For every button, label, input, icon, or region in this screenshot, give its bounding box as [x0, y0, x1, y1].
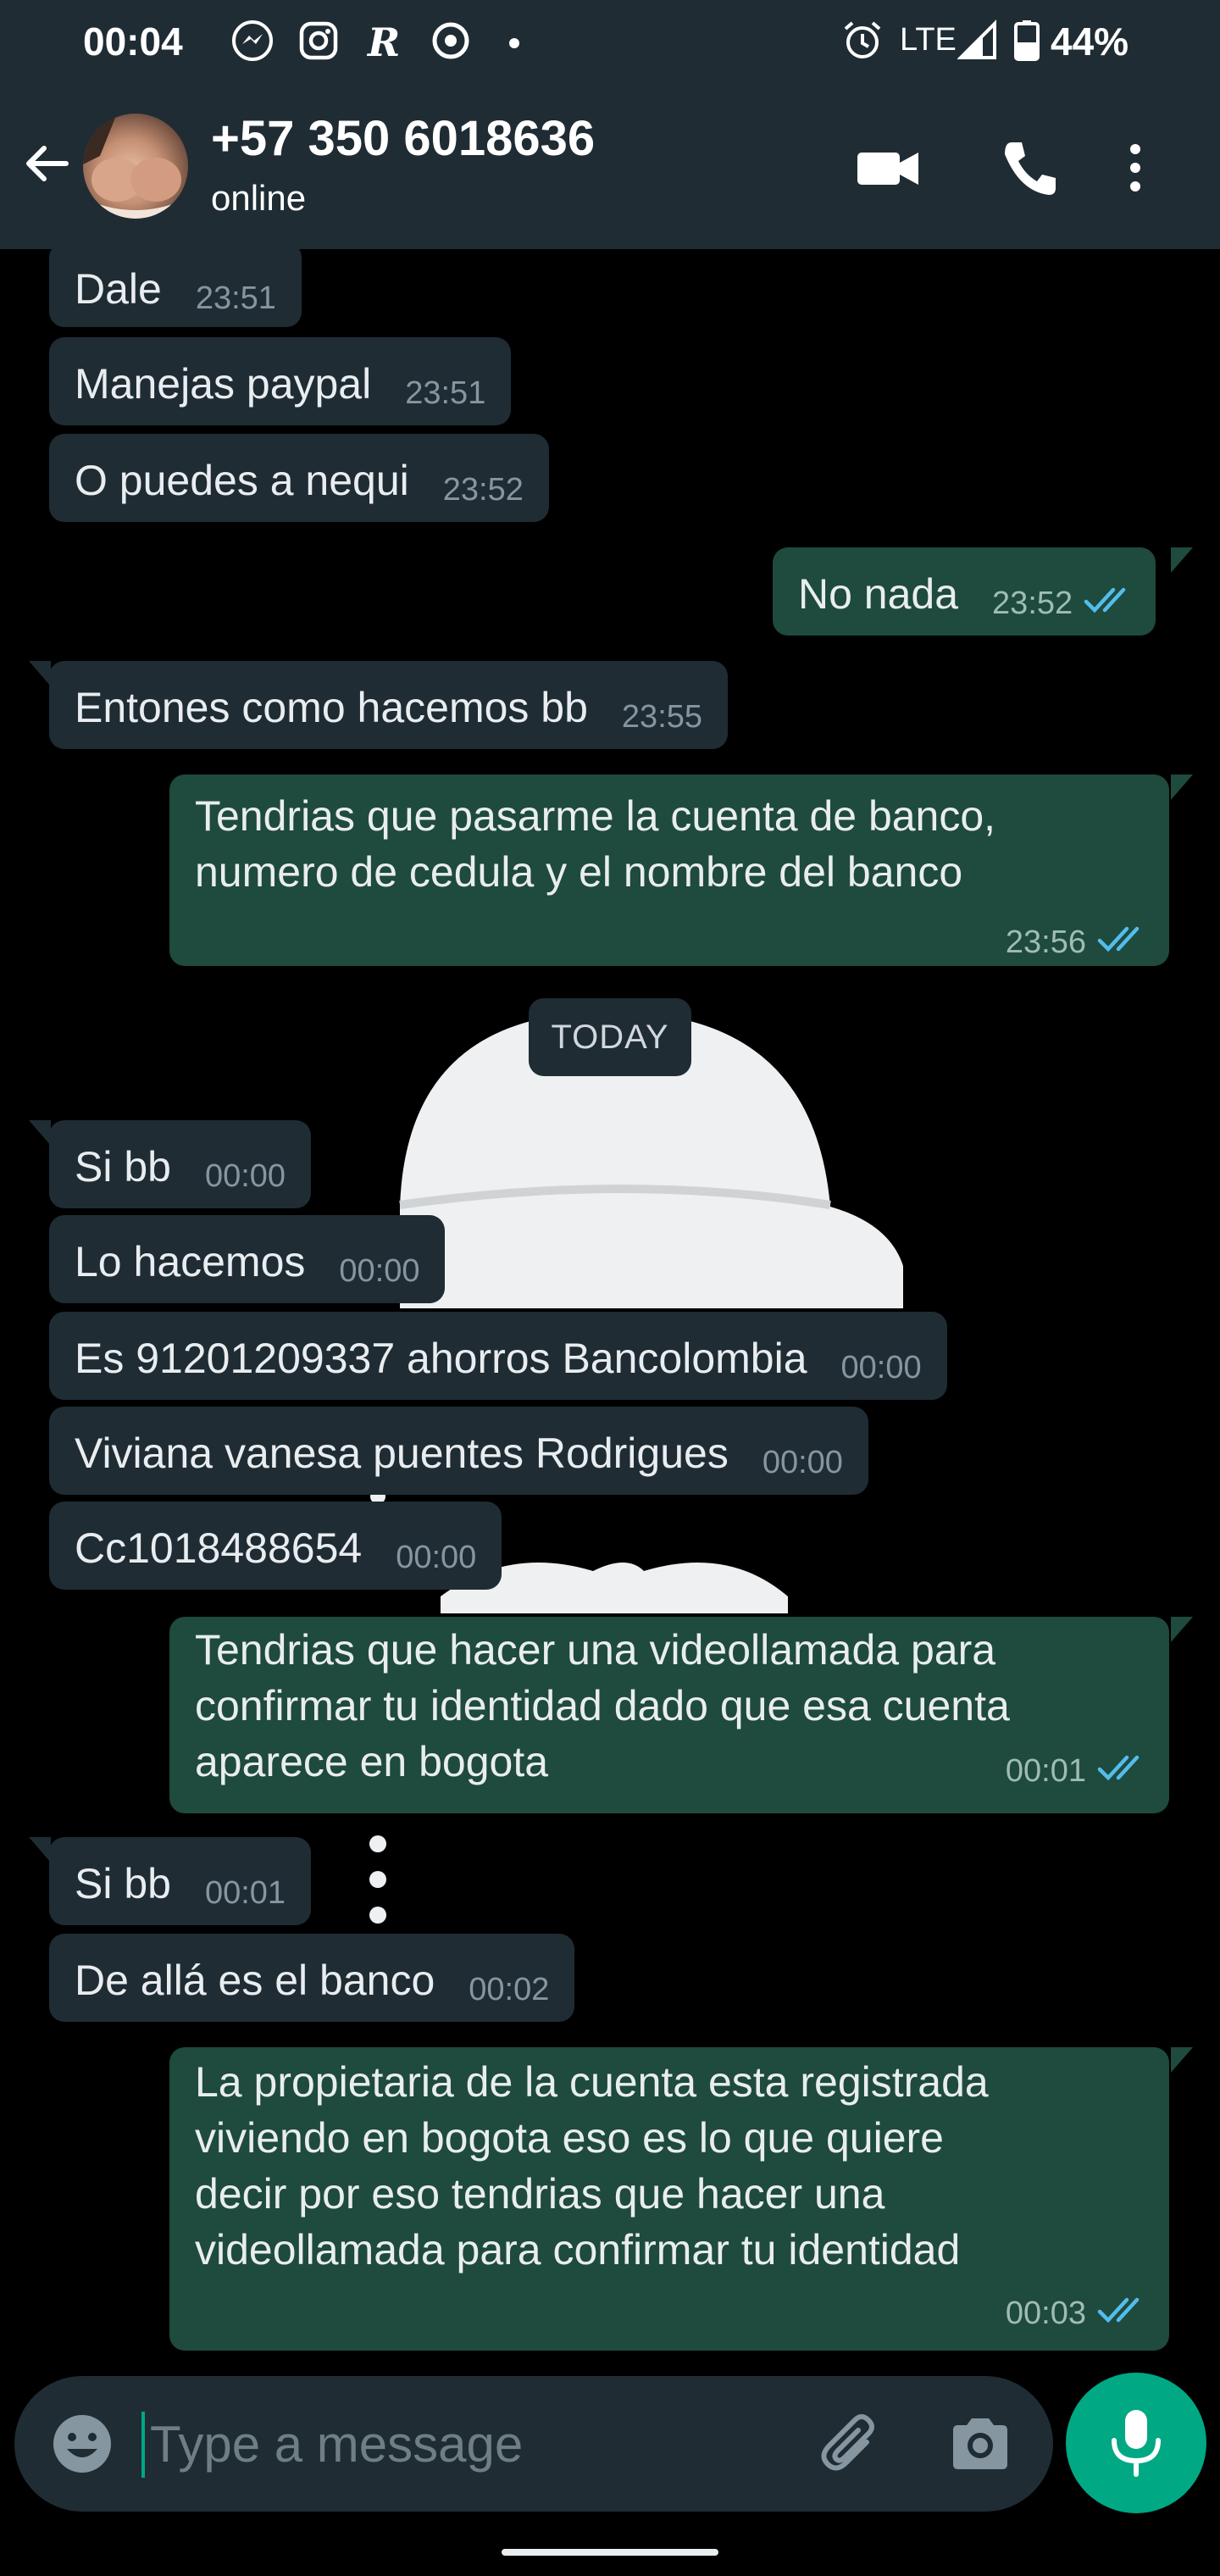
message-time: 23:51: [405, 375, 486, 411]
message-time: 23:56: [1005, 924, 1086, 960]
message-incoming[interactable]: Si bb 00:00: [49, 1120, 312, 1208]
message-line: videollamada para confirmar tu identidad: [195, 2226, 961, 2273]
message-incoming[interactable]: Entones como hacemos bb 23:55: [49, 661, 729, 749]
instagram-icon: [299, 21, 338, 60]
message-time: 00:03: [1005, 2296, 1086, 2331]
message-line: aparece en bogota: [195, 1738, 549, 1785]
chrome-icon: [432, 22, 469, 59]
message-line: numero de cedula y el nombre del banco: [195, 848, 963, 896]
message-text: Dale: [75, 265, 162, 313]
battery-icon: [1014, 20, 1040, 61]
message-time: 00:00: [204, 1158, 286, 1194]
message-incoming[interactable]: Es 91201209337 ahorros Bancolombia 00:00: [49, 1312, 947, 1400]
home-indicator[interactable]: [502, 2549, 718, 2556]
signal-icon: [957, 19, 996, 59]
message-time: 23:52: [992, 586, 1073, 621]
message-outgoing[interactable]: La propietaria de la cuenta esta registr…: [169, 2047, 1169, 2351]
status-time: 00:04: [83, 19, 183, 64]
bubble-tail: [29, 661, 51, 686]
alarm-icon: [844, 21, 881, 58]
contact-status: online: [211, 178, 307, 218]
message-text: Si bb: [75, 1143, 171, 1191]
message-incoming[interactable]: Lo hacemos 00:00: [49, 1215, 446, 1303]
message-time: 23:52: [442, 472, 524, 508]
read-receipt-icon: [1097, 1755, 1140, 1781]
message-line: Tendrias que pasarme la cuenta de banco,: [195, 792, 996, 840]
network-type: LTE: [900, 22, 957, 58]
battery-percent: 44%: [1051, 19, 1129, 64]
chat-area[interactable]: Dale 23:51 Manejas paypal 23:51 O puedes a…: [0, 249, 1220, 2368]
message-time: 23:51: [195, 280, 276, 316]
mic-icon: [1112, 2410, 1161, 2477]
voice-message-button[interactable]: [1066, 2373, 1206, 2513]
message-outgoing[interactable]: Tendrias que hacer una videollamada para…: [169, 1617, 1169, 1813]
message-text: Es 91201209337 ahorros Bancolombia: [75, 1335, 807, 1382]
message-time: 00:00: [339, 1253, 420, 1289]
bubble-tail: [1171, 1617, 1193, 1642]
bubble-tail: [1171, 774, 1193, 800]
svg-text:R: R: [366, 19, 400, 63]
message-time: 00:00: [396, 1540, 477, 1575]
chat-header: +57 350 6018636 online: [0, 83, 1220, 249]
message-text: Viviana vanesa puentes Rodrigues: [75, 1430, 729, 1477]
r-app-icon: R: [366, 19, 400, 63]
message-incoming[interactable]: Si bb 00:01: [49, 1837, 312, 1925]
message-text: No nada: [798, 570, 959, 618]
bubble-tail: [29, 1837, 51, 1863]
text-caret: [141, 2412, 145, 2478]
message-text: Si bb: [75, 1860, 171, 1907]
camera-icon[interactable]: [946, 2410, 1014, 2478]
message-line: decir por eso tendrias que hacer una: [195, 2170, 885, 2218]
message-outgoing[interactable]: Tendrias que pasarme la cuenta de banco,…: [169, 774, 1169, 966]
message-text: De allá es el banco: [75, 1957, 435, 2004]
notification-dot: [509, 38, 519, 48]
bubble-tail: [29, 1120, 51, 1146]
message-incoming[interactable]: Manejas paypal 23:51: [49, 337, 512, 425]
bubble-tail: [1171, 547, 1193, 573]
bubble-tail: [1171, 2047, 1193, 2073]
message-incoming[interactable]: O puedes a nequi 23:52: [49, 434, 549, 522]
message-time: 00:01: [204, 1875, 286, 1911]
message-composer[interactable]: Type a message: [14, 2376, 1053, 2512]
more-options-icon[interactable]: [1118, 134, 1152, 202]
message-time: 23:55: [621, 699, 703, 735]
status-bar: 00:04 R LTE 44%: [0, 0, 1220, 83]
read-receipt-icon: [1097, 2297, 1140, 2323]
message-outgoing[interactable]: No nada 23:52: [773, 547, 1156, 636]
message-incoming[interactable]: De allá es el banco 00:02: [49, 1934, 575, 2022]
message-text: Lo hacemos: [75, 1238, 306, 1285]
attach-icon[interactable]: [816, 2408, 887, 2479]
message-line: viviendo en bogota eso es lo que quiere: [195, 2114, 944, 2162]
message-text: Cc1018488654: [75, 1524, 363, 1572]
message-text: Entones como hacemos bb: [75, 684, 588, 731]
contact-name[interactable]: +57 350 6018636: [211, 110, 595, 167]
message-time: 00:00: [762, 1445, 843, 1480]
message-line: Tendrias que hacer una videollamada para: [195, 1626, 996, 1674]
emoji-icon[interactable]: [48, 2410, 116, 2478]
contact-avatar[interactable]: [83, 114, 188, 219]
read-receipt-icon: [1084, 587, 1126, 613]
message-input[interactable]: Type a message: [150, 2415, 523, 2473]
back-arrow-icon[interactable]: [19, 136, 75, 192]
voice-call-icon[interactable]: [996, 134, 1064, 202]
message-time: 00:00: [840, 1350, 922, 1385]
message-incoming[interactable]: Viviana vanesa puentes Rodrigues 00:00: [49, 1407, 868, 1495]
message-line: La propietaria de la cuenta esta registr…: [195, 2058, 989, 2106]
message-line: confirmar tu identidad dado que esa cuen…: [195, 1682, 1010, 1729]
message-incoming[interactable]: Cc1018488654 00:00: [49, 1502, 502, 1590]
date-divider: TODAY: [529, 998, 691, 1076]
messenger-icon: [232, 20, 273, 61]
message-text: O puedes a nequi: [75, 457, 409, 504]
message-text: Manejas paypal: [75, 360, 372, 408]
video-call-icon[interactable]: [854, 134, 922, 202]
message-time: 00:01: [1005, 1753, 1086, 1789]
read-receipt-icon: [1097, 926, 1140, 952]
message-incoming[interactable]: Dale 23:51: [49, 249, 302, 327]
message-time: 00:02: [469, 1972, 550, 2007]
